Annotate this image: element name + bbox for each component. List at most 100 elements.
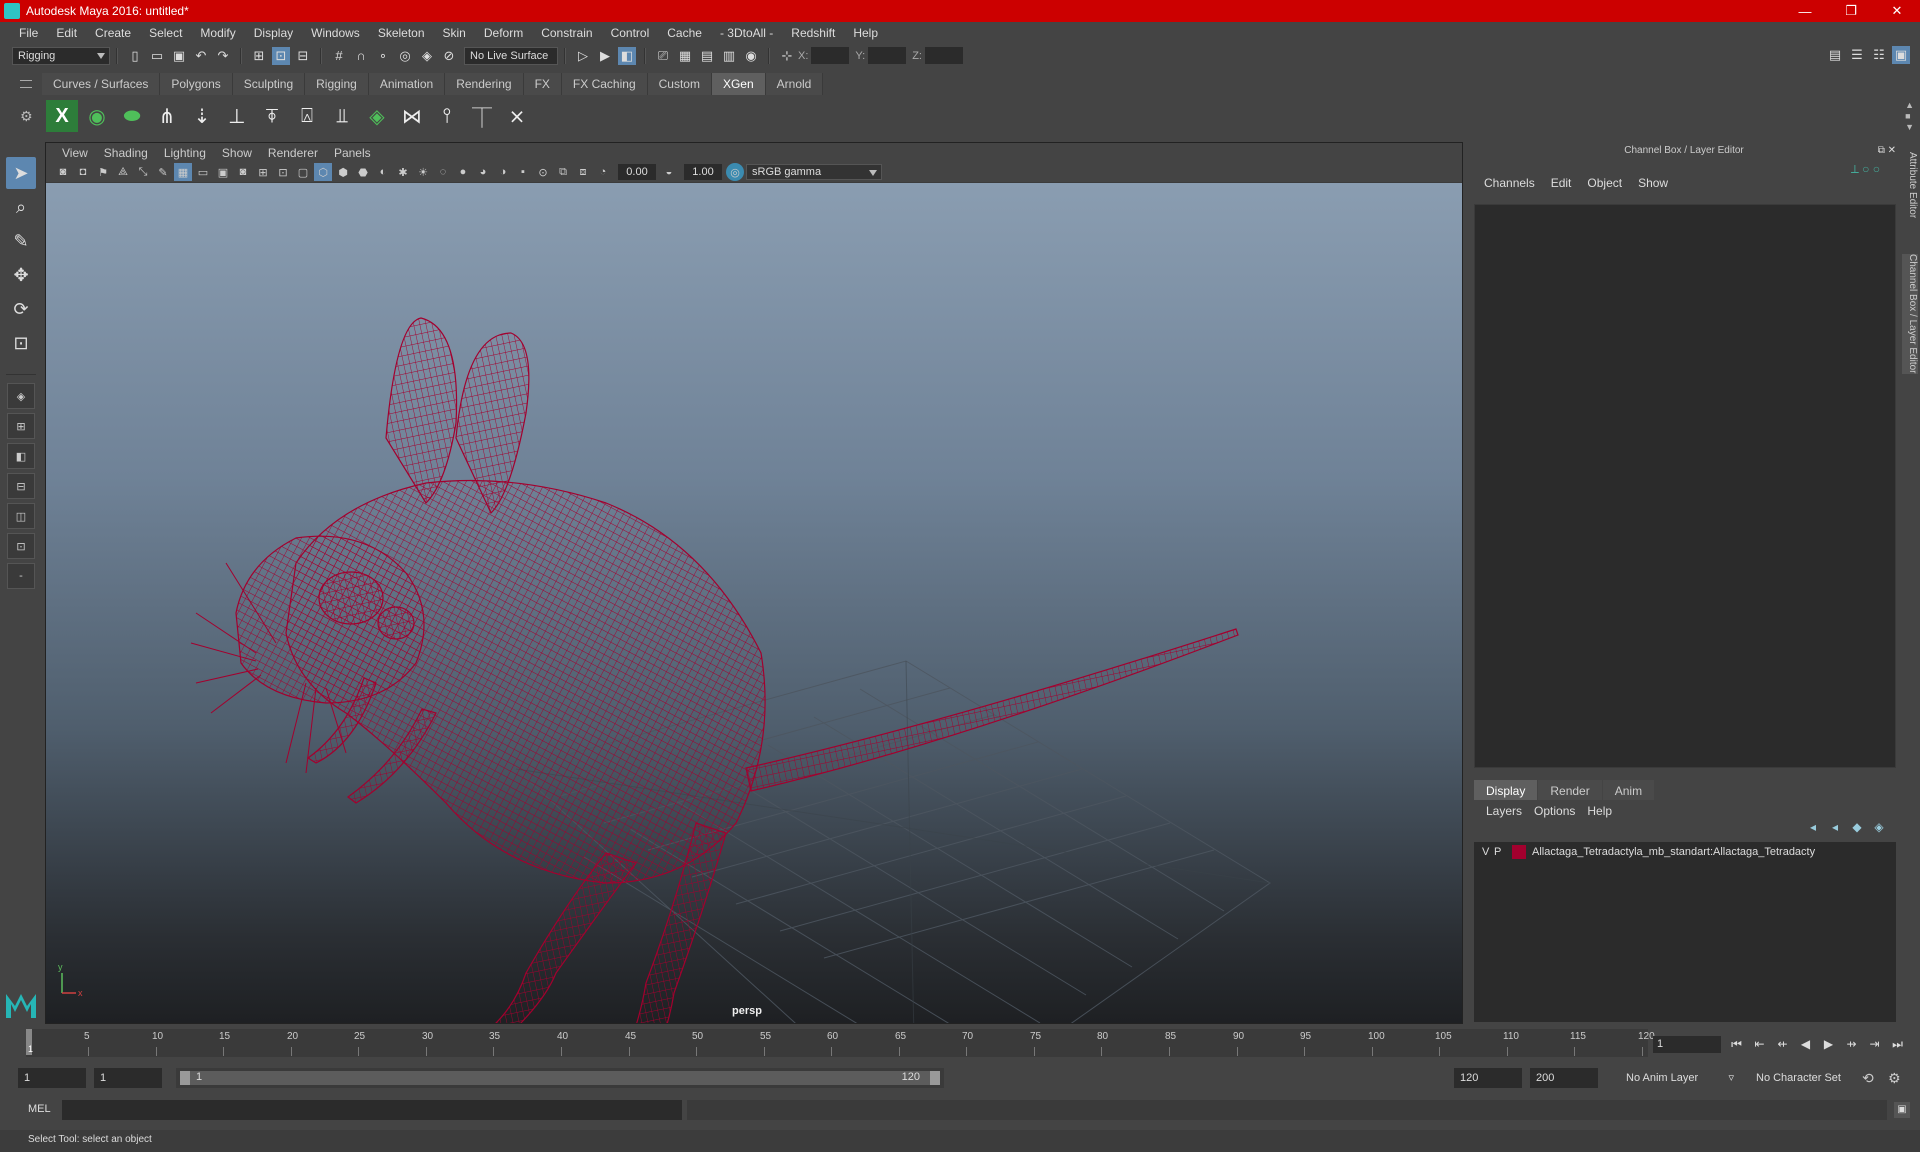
- command-input[interactable]: [62, 1100, 682, 1120]
- ambient-occlusion-icon[interactable]: ◌: [434, 163, 452, 181]
- tab-rendering[interactable]: Rendering: [445, 73, 524, 95]
- gate-mask-icon[interactable]: ◙: [234, 163, 252, 181]
- xray-icon[interactable]: ⊙: [534, 163, 552, 181]
- menu-create[interactable]: Create: [86, 26, 140, 40]
- viewport-menu-shading[interactable]: Shading: [96, 146, 156, 160]
- new-scene-icon[interactable]: ▯: [126, 47, 144, 65]
- menu-deform[interactable]: Deform: [475, 26, 532, 40]
- 2d-pan-zoom-icon[interactable]: ⤡: [134, 163, 152, 181]
- tab-display[interactable]: Display: [1474, 780, 1538, 802]
- range-start-handle[interactable]: [180, 1071, 190, 1085]
- menu-windows[interactable]: Windows: [302, 26, 369, 40]
- isolate-select-icon[interactable]: ▪: [514, 163, 532, 181]
- tab-rigging[interactable]: Rigging: [305, 73, 369, 95]
- viewport-menu-renderer[interactable]: Renderer: [260, 146, 326, 160]
- tab-animation[interactable]: Animation: [368, 73, 446, 95]
- shelf-menu-icon[interactable]: [20, 80, 32, 88]
- xgen-window-icon[interactable]: X: [46, 100, 78, 132]
- image-plane-icon[interactable]: ⟁: [114, 163, 132, 181]
- persp-graph-layout-icon[interactable]: ⊟: [7, 473, 35, 499]
- menu-edit[interactable]: Edit: [47, 26, 86, 40]
- tab-custom[interactable]: Custom: [647, 73, 712, 95]
- channel-box-toggle-icon[interactable]: ▣: [1892, 46, 1910, 64]
- tab-anim[interactable]: Anim: [1602, 780, 1655, 802]
- film-gate-icon[interactable]: ▭: [194, 163, 212, 181]
- xgen-create-description-icon[interactable]: ⬬: [116, 100, 148, 132]
- layer-menu-help[interactable]: Help: [1583, 804, 1620, 818]
- menu-3dtoall[interactable]: - 3DtoAll -: [711, 26, 782, 40]
- persp-hypershade-layout-icon[interactable]: ◫: [7, 503, 35, 529]
- menu-skeleton[interactable]: Skeleton: [369, 26, 434, 40]
- animation-end-field[interactable]: 200: [1530, 1068, 1598, 1088]
- menu-skin[interactable]: Skin: [434, 26, 475, 40]
- paint-select-tool-icon[interactable]: ✎: [6, 225, 36, 257]
- close-button[interactable]: ✕: [1874, 0, 1920, 22]
- exposure-field[interactable]: 0.00: [618, 164, 656, 180]
- menu-modify[interactable]: Modify: [191, 26, 244, 40]
- attribute-editor-toggle-icon[interactable]: ☰: [1848, 46, 1866, 64]
- input-output-icon[interactable]: ▶: [596, 47, 614, 65]
- xray-joints-icon[interactable]: ⧉: [554, 163, 572, 181]
- menu-help[interactable]: Help: [844, 26, 887, 40]
- anim-layer-dropdown[interactable]: No Anim Layer ▿: [1620, 1068, 1738, 1088]
- layer-menu-layers[interactable]: Layers: [1482, 804, 1530, 818]
- xgen-add-guides-icon[interactable]: ⋔: [151, 100, 183, 132]
- channel-box-area[interactable]: [1474, 204, 1896, 768]
- scale-tool-icon[interactable]: ⊡: [6, 327, 36, 359]
- four-view-layout-icon[interactable]: ⊞: [7, 413, 35, 439]
- live-surface-field[interactable]: No Live Surface: [464, 46, 558, 65]
- ipr-render-icon[interactable]: ▤: [698, 47, 716, 65]
- safe-action-icon[interactable]: ⊡: [274, 163, 292, 181]
- snap-curve-icon[interactable]: ∩: [352, 47, 370, 65]
- save-scene-icon[interactable]: ▣: [170, 47, 188, 65]
- history-icon[interactable]: ▷: [574, 47, 592, 65]
- field-chart-icon[interactable]: ⊞: [254, 163, 272, 181]
- animation-preferences-icon[interactable]: ⚙: [1888, 1070, 1901, 1087]
- go-to-start-icon[interactable]: ⏮: [1725, 1034, 1748, 1054]
- range-end-handle[interactable]: [930, 1071, 940, 1085]
- layer-visibility-toggle[interactable]: V: [1482, 846, 1494, 858]
- menu-constrain[interactable]: Constrain: [532, 26, 601, 40]
- select-tool-icon[interactable]: ➤: [6, 157, 36, 189]
- motion-blur-icon[interactable]: ●: [454, 163, 472, 181]
- anti-aliasing-icon[interactable]: ◕: [474, 163, 492, 181]
- select-object-icon[interactable]: ⊡: [272, 46, 290, 65]
- tab-polygons[interactable]: Polygons: [160, 73, 233, 95]
- xgen-move-guides-icon[interactable]: ⇣: [186, 100, 218, 132]
- xgen-groom-icon[interactable]: ⫯: [431, 100, 463, 132]
- tab-arnold[interactable]: Arnold: [765, 73, 824, 95]
- color-space-dropdown[interactable]: sRGB gamma: [746, 164, 882, 180]
- viewport-menu-view[interactable]: View: [54, 146, 96, 160]
- undo-icon[interactable]: ↶: [192, 47, 210, 65]
- viewport-menu-panels[interactable]: Panels: [326, 146, 379, 160]
- lights-icon[interactable]: ✱: [394, 163, 412, 181]
- channel-menu-object[interactable]: Object: [1579, 176, 1630, 190]
- persp-outliner-layout-icon[interactable]: ◧: [7, 443, 35, 469]
- gamma-field[interactable]: 1.00: [684, 164, 722, 180]
- tool-settings-toggle-icon[interactable]: ☷: [1870, 46, 1888, 64]
- move-layer-down-icon[interactable]: ◂: [1824, 820, 1846, 838]
- menu-cache[interactable]: Cache: [658, 26, 711, 40]
- move-layer-up-icon[interactable]: ◂: [1802, 820, 1824, 838]
- layer-row[interactable]: V P Allactaga_Tetradactyla_mb_standart:A…: [1474, 842, 1896, 862]
- tab-xgen[interactable]: XGen: [711, 73, 766, 95]
- transform-mode-icon[interactable]: ⊹: [778, 47, 796, 65]
- viewport-3d[interactable]: y x persp: [46, 183, 1462, 1023]
- play-forwards-icon[interactable]: ▶: [1817, 1034, 1840, 1054]
- menu-redshift[interactable]: Redshift: [782, 26, 844, 40]
- go-to-end-icon[interactable]: ⏭: [1886, 1034, 1909, 1054]
- xgen-preview-icon[interactable]: ◉: [81, 100, 113, 132]
- xgen-delete-icon[interactable]: ⨯: [501, 100, 533, 132]
- y-field[interactable]: [868, 47, 907, 64]
- tab-channel-box-layer-editor[interactable]: Channel Box / Layer Editor: [1902, 254, 1918, 374]
- depth-of-field-icon[interactable]: ◑: [494, 163, 512, 181]
- layer-color-swatch[interactable]: [1512, 845, 1526, 859]
- xgen-sculpt-icon[interactable]: ⋈: [396, 100, 428, 132]
- menu-control[interactable]: Control: [602, 26, 659, 40]
- maximize-button[interactable]: ❐: [1828, 0, 1874, 22]
- play-backwards-icon[interactable]: ◀: [1794, 1034, 1817, 1054]
- resolution-gate-icon[interactable]: ▣: [214, 163, 232, 181]
- select-hierarchy-icon[interactable]: ⊞: [250, 47, 268, 65]
- exposure-icon[interactable]: ◔: [594, 163, 612, 181]
- step-forward-frame-icon[interactable]: ⇥: [1863, 1034, 1886, 1054]
